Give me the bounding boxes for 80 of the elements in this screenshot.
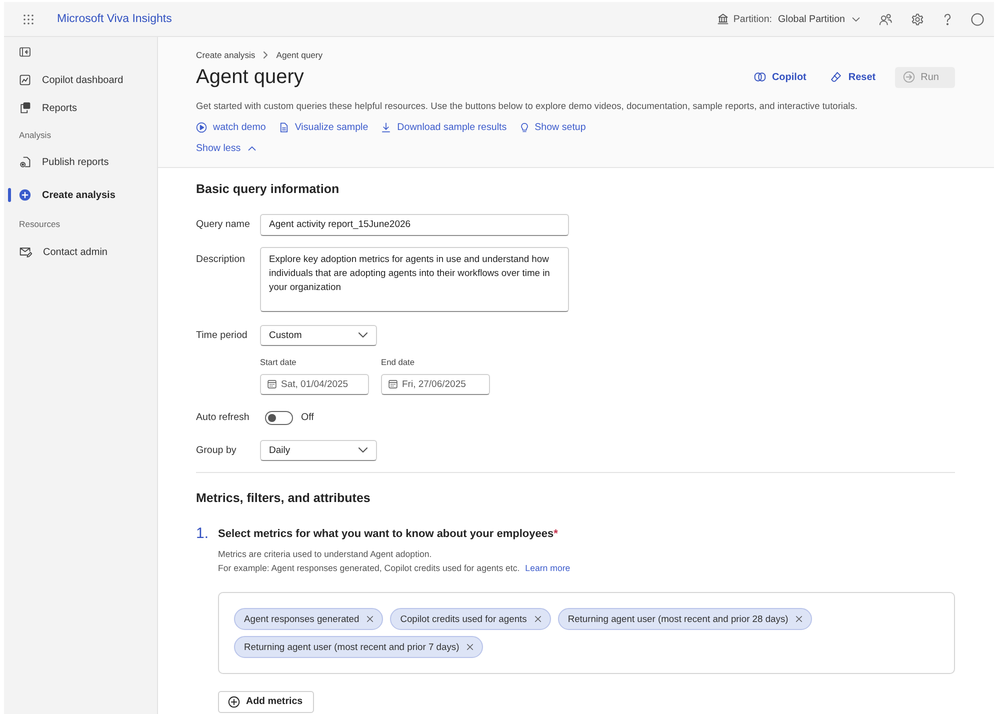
close-icon[interactable] [795,614,804,622]
sidebar-section-label: Resources [18,218,62,230]
document-icon [278,122,289,132]
help-text: Metrics are criteria used to understand Agent adoption. [218,548,432,560]
eraser-icon [830,71,842,83]
chevron-up-icon [248,146,256,150]
reset-button[interactable]: Reset [825,66,881,88]
field-label: Auto refresh [196,412,250,423]
metric-chip[interactable]: Returning agent user (most recent and prior 28 days) [558,608,812,630]
plus-circle-icon [19,189,31,201]
chevron-right-icon [263,51,268,59]
field-label: Group by [196,444,238,456]
help-text: For example: Agent responses generated, Copilot credits used for agents etc. Learn more [218,562,570,574]
dropdown-field[interactable]: Daily [260,440,377,460]
app-title[interactable]: Microsoft Viva Insights [57,13,172,25]
metric-chip[interactable]: Copilot credits used for agents [390,608,551,630]
play-circle-icon [196,122,207,132]
panel-collapse-icon[interactable] [19,46,31,56]
calendar-icon [267,379,277,389]
toggle-switch[interactable] [265,410,293,424]
envelope-pencil-icon [19,246,32,258]
text-field[interactable]: Agent activity report_15June2026 [260,214,569,236]
copilot-button[interactable]: Copilot [748,66,812,88]
intro-text: Get started with custom queries these helpful resources. Use the buttons below to explore demo videos, documentation, sample reports, and interactive tutorials. [196,100,858,112]
close-icon[interactable] [534,614,542,622]
close-icon[interactable] [366,614,374,622]
resource-link[interactable]: Show setup [520,122,586,132]
chevron-down-icon [852,16,860,22]
close-icon[interactable] [466,642,474,650]
chevron-down-icon [358,447,368,453]
section-title: Metrics, filters, and attributes [196,490,372,506]
people-icon[interactable] [879,12,892,26]
document-circle-icon [19,156,31,168]
metric-chip[interactable]: Agent responses generated [234,608,384,630]
show-less-link[interactable]: Show less [196,141,256,155]
date-label: End date [381,356,416,368]
settings-icon[interactable] [911,12,924,26]
sidebar-item[interactable]: Create analysis [4,181,157,209]
field-label: Time period [196,330,248,340]
toggle-state-text: Off [301,412,314,423]
sidebar-section-label: Analysis [18,129,52,142]
sidebar-item[interactable]: Reports [4,94,157,122]
date-field[interactable]: Sat, 01/04/2025 [260,374,369,394]
date-label: Start date [260,356,298,368]
lightbulb-icon [520,122,529,132]
field-label: Query name [196,219,251,230]
resource-link[interactable]: Download sample results [381,122,507,132]
help-icon[interactable] [943,12,952,26]
section-title: Basic query information [196,180,340,198]
partition-label: Partition: [733,14,772,24]
rings-icon [754,71,766,83]
resource-link[interactable]: Visualize sample [278,122,368,132]
avatar-icon[interactable] [971,12,984,26]
page-title: Agent query [196,66,304,88]
chart-document-icon [19,74,31,86]
dropdown-field[interactable]: Custom [260,324,377,346]
metrics-box[interactable]: Agent responses generated Copilot credits used for agents Returning agent user (most recent and prior 28 days) Returning agent user (most recent and prior 7 days) [218,592,955,674]
plus-circle-icon [228,696,240,708]
learn-more-link[interactable]: Learn more [525,562,570,572]
calendar-icon [388,379,398,389]
step-heading: Select metrics for what you want to know about your employees* [218,526,558,542]
breadcrumb-current: Agent query [276,50,323,60]
sidebar-item[interactable]: Publish reports [4,148,157,176]
app-launcher-icon[interactable] [23,14,34,24]
breadcrumb-link[interactable]: Create analysis [196,50,256,60]
building-icon [717,13,730,25]
chevron-down-icon [358,332,368,338]
copy-icon [19,102,31,114]
sidebar-item[interactable]: Copilot dashboard [4,66,157,94]
metric-chip[interactable]: Returning agent user (most recent and prior 7 days) [234,636,484,658]
step-number: 1. [196,526,210,542]
date-field[interactable]: Fri, 27/06/2025 [381,374,490,394]
field-label: Description [196,252,246,264]
resource-link[interactable]: watch demo [196,122,266,132]
download-icon [381,122,392,132]
arrow-circle-icon [902,71,915,83]
textarea-field[interactable]: Explore key adoption metrics for agents in use and understand how individuals that are adopting agents into their workflows over time in your organization [260,246,569,312]
add-metrics-button[interactable]: Add metrics [218,690,314,712]
partition-value[interactable]: Global Partition [778,14,845,24]
sidebar-item[interactable]: Contact admin [4,238,157,266]
